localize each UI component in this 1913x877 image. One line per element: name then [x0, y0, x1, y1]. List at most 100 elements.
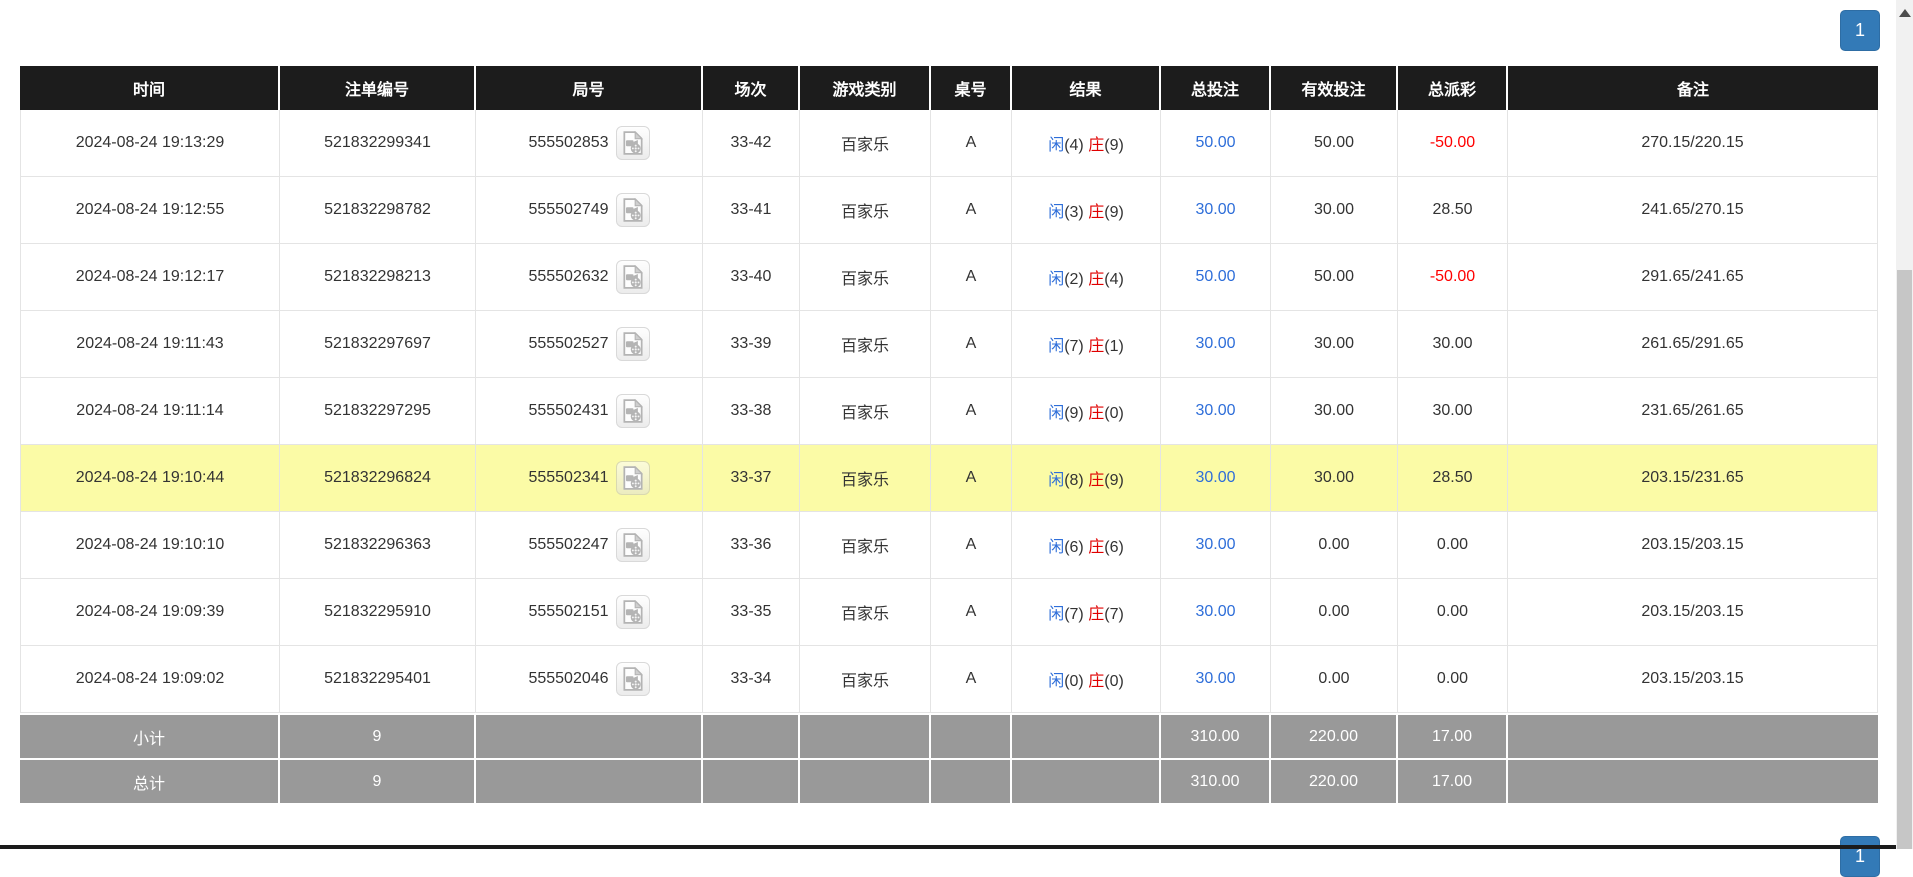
- summary-label: 总计: [20, 758, 280, 803]
- cell-session: 33-35: [703, 579, 800, 646]
- cell-game-type: 百家乐: [800, 177, 931, 244]
- col-header-game-type: 游戏类别: [800, 66, 931, 110]
- cell-game-type: 百家乐: [800, 445, 931, 512]
- summary-valid-bet: 220.00: [1271, 758, 1398, 803]
- result-player-score: (6): [1064, 539, 1084, 556]
- cell-valid-bet: 50.00: [1271, 244, 1398, 311]
- cell-result: 闲(4) 庄(9): [1012, 110, 1161, 177]
- cell-remark: 231.65/261.65: [1508, 378, 1878, 445]
- cell-bet-no: 521832296363: [280, 512, 476, 579]
- cell-bet-no: 521832299341: [280, 110, 476, 177]
- result-player-label: 闲: [1048, 673, 1064, 690]
- result-player-label: 闲: [1048, 472, 1064, 489]
- cell-time: 2024-08-24 19:13:29: [20, 110, 280, 177]
- summary-total-bet: 310.00: [1161, 758, 1271, 803]
- cell-total-bet-link[interactable]: 30.00: [1161, 445, 1271, 512]
- result-banker-score: (7): [1104, 606, 1124, 623]
- cell-remark: 241.65/270.15: [1508, 177, 1878, 244]
- table-row: 2024-08-24 19:09:02 521832295401 5555020…: [20, 646, 1878, 713]
- result-player-score: (2): [1064, 271, 1084, 288]
- video-file-icon: [620, 331, 646, 357]
- cell-round-no: 555502853: [476, 110, 703, 177]
- cell-session: 33-34: [703, 646, 800, 713]
- cell-round-no: 555502247: [476, 512, 703, 579]
- cell-total-bet-link[interactable]: 50.00: [1161, 110, 1271, 177]
- result-player-label: 闲: [1048, 338, 1064, 355]
- round-no-text: 555502431: [528, 402, 608, 419]
- cell-result: 闲(8) 庄(9): [1012, 445, 1161, 512]
- cell-bet-no: 521832298213: [280, 244, 476, 311]
- table-row: 2024-08-24 19:10:44 521832296824 5555023…: [20, 445, 1878, 512]
- result-player-score: (8): [1064, 472, 1084, 489]
- table-row: 2024-08-24 19:10:10 521832296363 5555022…: [20, 512, 1878, 579]
- video-replay-button[interactable]: [616, 662, 650, 696]
- cell-total-bet-link[interactable]: 30.00: [1161, 646, 1271, 713]
- cell-game-type: 百家乐: [800, 512, 931, 579]
- cell-valid-bet: 30.00: [1271, 311, 1398, 378]
- vertical-scrollbar[interactable]: [1896, 0, 1913, 849]
- round-no-text: 555502632: [528, 268, 608, 285]
- cell-valid-bet: 30.00: [1271, 445, 1398, 512]
- table-row: 2024-08-24 19:09:39 521832295910 5555021…: [20, 579, 1878, 646]
- cell-table-no: A: [931, 579, 1012, 646]
- video-replay-button[interactable]: [616, 394, 650, 428]
- scrollbar-thumb[interactable]: [1897, 270, 1912, 849]
- cell-bet-no: 521832295910: [280, 579, 476, 646]
- cell-result: 闲(7) 庄(1): [1012, 311, 1161, 378]
- cell-table-no: A: [931, 177, 1012, 244]
- video-replay-button[interactable]: [616, 461, 650, 495]
- video-replay-button[interactable]: [616, 126, 650, 160]
- cell-total-bet-link[interactable]: 30.00: [1161, 311, 1271, 378]
- video-replay-button[interactable]: [616, 327, 650, 361]
- col-header-result: 结果: [1012, 66, 1161, 110]
- summary-empty: [1508, 758, 1878, 803]
- table-row: 2024-08-24 19:12:17 521832298213 5555026…: [20, 244, 1878, 311]
- cell-total-bet-link[interactable]: 30.00: [1161, 512, 1271, 579]
- cell-total-bet-link[interactable]: 50.00: [1161, 244, 1271, 311]
- result-banker-label: 庄: [1088, 338, 1104, 355]
- col-header-table-no: 桌号: [931, 66, 1012, 110]
- summary-total-payout: 17.00: [1398, 758, 1508, 803]
- result-player-label: 闲: [1048, 606, 1064, 623]
- cell-session: 33-41: [703, 177, 800, 244]
- cell-time: 2024-08-24 19:11:14: [20, 378, 280, 445]
- summary-empty: [800, 713, 931, 758]
- summary-empty: [1508, 713, 1878, 758]
- scroll-up-arrow-icon[interactable]: [1899, 9, 1911, 17]
- cell-bet-no: 521832298782: [280, 177, 476, 244]
- result-banker-score: (6): [1104, 539, 1124, 556]
- cell-bet-no: 521832295401: [280, 646, 476, 713]
- result-banker-score: (1): [1104, 338, 1124, 355]
- cell-total-bet-link[interactable]: 30.00: [1161, 579, 1271, 646]
- table-row: 2024-08-24 19:12:55 521832298782 5555027…: [20, 177, 1878, 244]
- pagination-page-1-button-top[interactable]: 1: [1840, 10, 1880, 51]
- result-player-score: (3): [1064, 204, 1084, 221]
- cell-total-payout: 28.50: [1398, 177, 1508, 244]
- video-replay-button[interactable]: [616, 193, 650, 227]
- table-row: 2024-08-24 19:11:14 521832297295 5555024…: [20, 378, 1878, 445]
- cell-round-no: 555502046: [476, 646, 703, 713]
- cell-session: 33-37: [703, 445, 800, 512]
- cell-remark: 291.65/241.65: [1508, 244, 1878, 311]
- video-file-icon: [620, 532, 646, 558]
- round-no-text: 555502046: [528, 670, 608, 687]
- cell-game-type: 百家乐: [800, 110, 931, 177]
- cell-round-no: 555502341: [476, 445, 703, 512]
- cell-total-bet-link[interactable]: 30.00: [1161, 378, 1271, 445]
- result-banker-label: 庄: [1088, 673, 1104, 690]
- video-replay-button[interactable]: [616, 595, 650, 629]
- result-player-score: (0): [1064, 673, 1084, 690]
- cell-valid-bet: 30.00: [1271, 378, 1398, 445]
- result-player-label: 闲: [1048, 539, 1064, 556]
- cell-valid-bet: 0.00: [1271, 579, 1398, 646]
- result-player-score: (4): [1064, 137, 1084, 154]
- cell-table-no: A: [931, 244, 1012, 311]
- cell-total-bet-link[interactable]: 30.00: [1161, 177, 1271, 244]
- video-replay-button[interactable]: [616, 528, 650, 562]
- round-no-text: 555502853: [528, 134, 608, 151]
- pagination-page-1-button-bottom[interactable]: 1: [1840, 836, 1880, 877]
- result-banker-score: (9): [1104, 204, 1124, 221]
- result-player-score: (9): [1064, 405, 1084, 422]
- video-replay-button[interactable]: [616, 260, 650, 294]
- result-player-score: (7): [1064, 338, 1084, 355]
